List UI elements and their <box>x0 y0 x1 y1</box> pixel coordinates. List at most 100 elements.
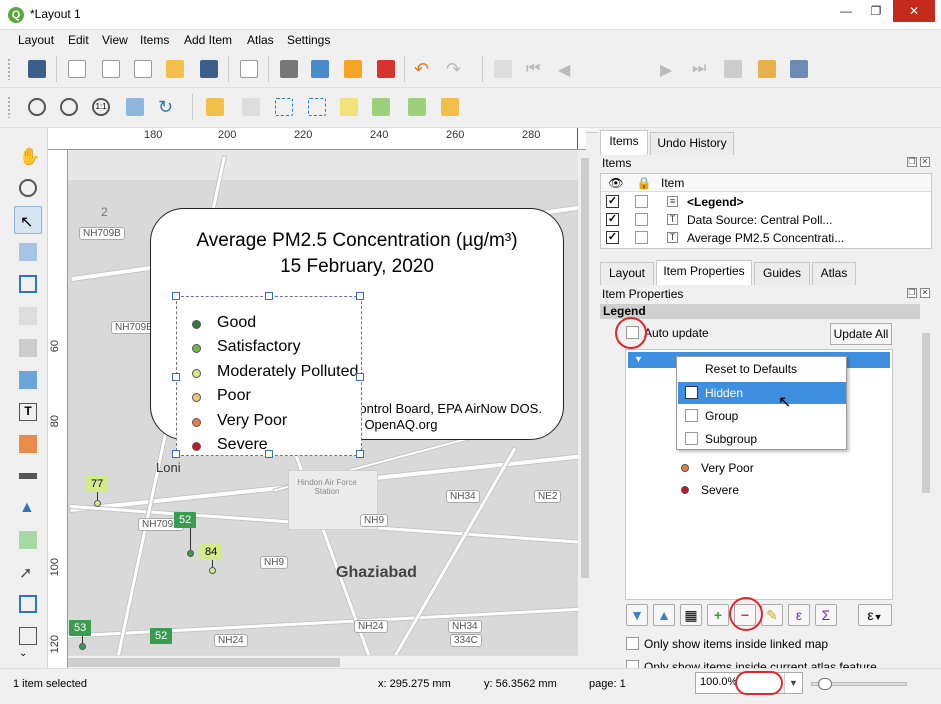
menu-item-reset-defaults[interactable]: Reset to Defaults <box>678 358 846 380</box>
float-panel-icon[interactable]: ❐ <box>907 157 917 167</box>
add-html-icon[interactable] <box>14 622 42 650</box>
zoom-in-icon[interactable] <box>24 94 50 120</box>
resize-items-icon[interactable] <box>437 94 463 120</box>
float-panel-icon[interactable]: ❐ <box>907 288 917 298</box>
zoom-actual-icon[interactable]: 1:1 <box>88 94 114 120</box>
menu-settings[interactable]: Settings <box>287 33 330 47</box>
last-feature-icon[interactable]: ⏭ <box>688 56 714 82</box>
redo-icon[interactable]: ↷ <box>442 56 468 82</box>
visibility-column-icon[interactable]: 👁 <box>601 174 631 192</box>
group-items-icon[interactable] <box>271 94 297 120</box>
slider-handle[interactable] <box>818 678 832 690</box>
tab-item-properties[interactable]: Item Properties <box>656 260 752 285</box>
expression-menu-icon[interactable]: ε▼ <box>858 604 892 626</box>
menu-items[interactable]: Items <box>140 33 169 47</box>
add-group-icon[interactable]: ▦ <box>680 604 702 626</box>
list-item[interactable]: ✓ T Average PM2.5 Concentrati... <box>601 229 931 247</box>
legend-item[interactable]: Good Satisfactory Moderately Polluted Po… <box>172 292 364 458</box>
horizontal-scrollbar[interactable] <box>68 655 578 668</box>
layout-manager-icon[interactable] <box>130 56 156 82</box>
add-map-icon[interactable] <box>14 302 42 330</box>
undo-icon[interactable]: ↶ <box>410 56 436 82</box>
menu-layout[interactable]: Layout <box>18 33 54 47</box>
lock-column-icon[interactable]: 🔒 <box>631 174 657 192</box>
lock-checkbox[interactable] <box>635 213 648 226</box>
export-svg-icon[interactable] <box>340 56 366 82</box>
close-panel-icon[interactable]: ✕ <box>920 288 930 298</box>
raise-items-icon[interactable] <box>336 94 362 120</box>
resize-handle[interactable] <box>265 292 273 300</box>
lock-checkbox[interactable] <box>635 231 648 244</box>
resize-handle[interactable] <box>265 450 273 458</box>
add-picture-icon[interactable] <box>14 366 42 394</box>
lock-items-icon[interactable] <box>202 94 228 120</box>
add-3d-map-icon[interactable] <box>14 334 42 362</box>
select-move-icon[interactable]: ↖ <box>14 206 42 234</box>
pan-icon[interactable]: ✋ <box>14 142 42 170</box>
distribute-items-icon[interactable] <box>404 94 430 120</box>
resize-handle[interactable] <box>172 450 180 458</box>
print-icon[interactable] <box>276 56 302 82</box>
sum-icon[interactable]: Σ <box>815 604 837 626</box>
zoom-tool-icon[interactable] <box>14 174 42 202</box>
duplicate-layout-icon[interactable] <box>98 56 124 82</box>
maximize-button[interactable]: ❐ <box>861 0 891 22</box>
visibility-checkbox[interactable]: ✓ <box>606 213 619 226</box>
edit-item-icon[interactable]: ✎ <box>761 604 783 626</box>
atlas-feature-checkbox[interactable] <box>626 660 639 668</box>
zoom-full-icon[interactable] <box>122 94 148 120</box>
add-legend-icon[interactable] <box>14 430 42 458</box>
menu-view[interactable]: View <box>102 33 128 47</box>
resize-handle[interactable] <box>356 373 364 381</box>
resize-handle[interactable] <box>172 292 180 300</box>
previous-feature-icon[interactable]: ◀ <box>554 56 580 82</box>
item-column-header[interactable]: Item <box>657 174 931 192</box>
edit-nodes-icon[interactable] <box>14 270 42 298</box>
save-template-icon[interactable] <box>196 56 222 82</box>
print-atlas-icon[interactable] <box>720 56 746 82</box>
first-feature-icon[interactable]: ⏮ <box>522 56 548 82</box>
menu-item-subgroup[interactable]: Subgroup <box>678 428 846 450</box>
move-content-icon[interactable] <box>14 238 42 266</box>
next-feature-icon[interactable]: ▶ <box>656 56 682 82</box>
add-label-icon[interactable]: T <box>14 398 42 426</box>
menu-atlas[interactable]: Atlas <box>247 33 274 47</box>
hidden-checkbox[interactable]: ✓ <box>685 386 698 399</box>
update-all-button[interactable]: Update All <box>830 323 892 345</box>
close-panel-icon[interactable]: ✕ <box>920 157 930 167</box>
close-button[interactable]: ✕ <box>893 0 935 22</box>
resize-handle[interactable] <box>356 292 364 300</box>
tab-items[interactable]: Items <box>600 130 648 155</box>
vertical-scrollbar[interactable] <box>578 150 592 655</box>
unlock-items-icon[interactable] <box>238 94 264 120</box>
group-checkbox[interactable] <box>685 409 698 422</box>
menu-item-hidden[interactable]: ✓ Hidden <box>678 382 846 404</box>
move-down-icon[interactable]: ▼ <box>626 604 648 626</box>
lock-checkbox[interactable] <box>635 195 648 208</box>
zoom-out-icon[interactable] <box>56 94 82 120</box>
linked-map-checkbox[interactable] <box>626 637 639 650</box>
subgroup-checkbox[interactable] <box>685 432 698 445</box>
ungroup-items-icon[interactable] <box>304 94 330 120</box>
menu-add-item[interactable]: Add Item <box>184 33 232 47</box>
add-arrow-icon[interactable]: ➚ <box>14 558 42 586</box>
expression-icon[interactable]: ε <box>788 604 810 626</box>
resize-handle[interactable] <box>356 450 364 458</box>
save-icon[interactable] <box>24 56 50 82</box>
menu-item-group[interactable]: Group <box>678 405 846 427</box>
resize-handle[interactable] <box>172 373 180 381</box>
items-list[interactable]: 👁 🔒 Item ✓ ≡ <Legend> ✓ T Data Source: C… <box>600 173 932 249</box>
atlas-preview-icon[interactable] <box>490 56 516 82</box>
add-shape-icon[interactable] <box>14 526 42 554</box>
tab-layout[interactable]: Layout <box>600 262 654 285</box>
tab-undo-history[interactable]: Undo History <box>650 132 734 155</box>
properties-scrollbar[interactable] <box>920 321 932 668</box>
add-node-item-icon[interactable] <box>14 590 42 618</box>
align-items-icon[interactable] <box>368 94 394 120</box>
add-scalebar-icon[interactable] <box>14 462 42 490</box>
new-page-icon[interactable] <box>236 56 262 82</box>
add-north-arrow-icon[interactable]: ▲ <box>14 494 42 522</box>
menu-edit[interactable]: Edit <box>68 33 89 47</box>
list-item[interactable]: ✓ ≡ <Legend> <box>601 193 931 211</box>
export-atlas-icon[interactable] <box>754 56 780 82</box>
